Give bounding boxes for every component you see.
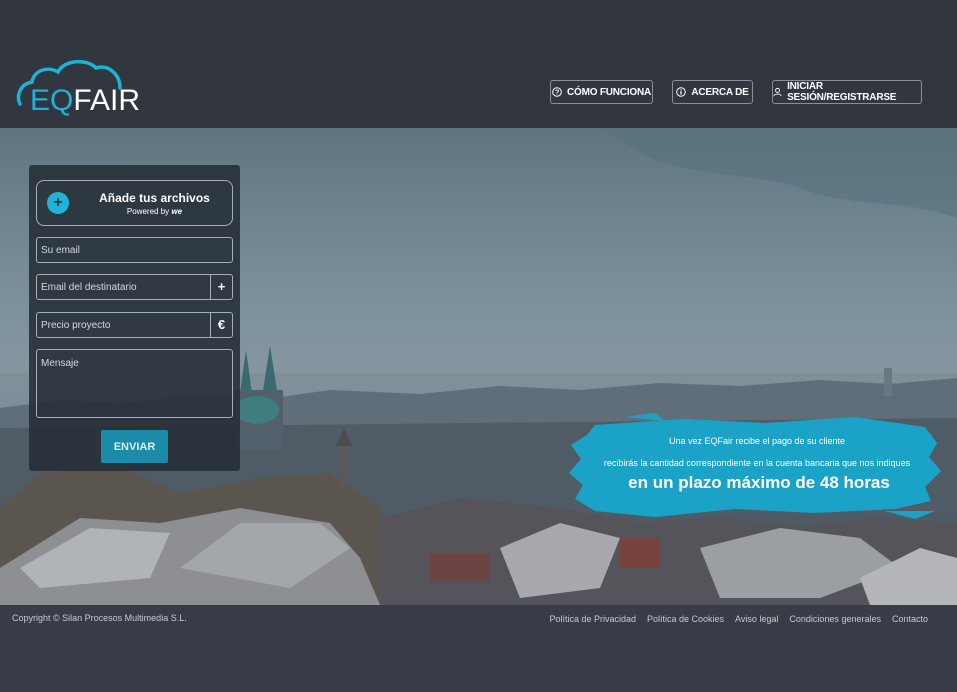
recipient-email-input[interactable]: Email del destinatario + <box>36 274 233 300</box>
powered-by-text: Powered by we <box>126 207 183 216</box>
send-button[interactable]: ENVIAR <box>101 430 168 463</box>
legal-notice-link[interactable]: Aviso legal <box>735 614 778 624</box>
message-placeholder: Mensaje <box>41 358 79 369</box>
how-it-works-button[interactable]: ? CÓMO FUNCIONA <box>550 80 653 104</box>
eqfair-logo[interactable]: EQFAIR <box>16 56 140 126</box>
privacy-policy-link[interactable]: Política de Privacidad <box>549 614 636 624</box>
about-label: ACERCA DE <box>691 86 749 98</box>
footer: Copyright © Silan Procesos Multimedia S.… <box>0 605 957 692</box>
terms-link[interactable]: Condiciones generales <box>789 614 881 624</box>
question-circle-icon: ? <box>552 87 562 97</box>
copyright-text: Copyright © Silan Procesos Multimedia S.… <box>12 613 187 623</box>
sender-email-placeholder: Su email <box>41 245 80 256</box>
contact-link[interactable]: Contacto <box>892 614 928 624</box>
svg-text:?: ? <box>555 90 559 97</box>
banner-line-2: recibirás la cantidad correspondiente en… <box>603 458 911 468</box>
upload-form-panel: + Añade tus archivos Powered by we Su em… <box>29 165 240 471</box>
plus-icon: + <box>47 192 69 214</box>
footer-links: Política de Privacidad Política de Cooki… <box>549 614 928 624</box>
logo-text: EQFAIR <box>30 84 141 117</box>
banner-line-1: Una vez EQFair recibe el pago de su clie… <box>668 436 846 446</box>
info-circle-icon <box>676 87 687 97</box>
login-register-button[interactable]: INICIAR SESIÓN/REGISTRARSE <box>772 80 922 104</box>
user-icon <box>773 87 782 97</box>
how-it-works-label: CÓMO FUNCIONA <box>566 86 652 98</box>
euro-currency-addon: € <box>210 313 232 337</box>
sender-email-input[interactable]: Su email <box>36 237 233 263</box>
header: EQFAIR ? CÓMO FUNCIONA ACERCA DE INICIAR… <box>0 0 957 128</box>
project-price-placeholder: Precio proyecto <box>41 320 111 331</box>
about-button[interactable]: ACERCA DE <box>672 80 753 104</box>
login-register-label: INICIAR SESIÓN/REGISTRARSE <box>787 81 897 103</box>
add-recipient-button[interactable]: + <box>210 275 232 299</box>
project-price-input[interactable]: Precio proyecto € <box>36 312 233 338</box>
banner-headline: en un plazo máximo de 48 horas <box>628 473 890 492</box>
recipient-email-placeholder: Email del destinatario <box>41 282 137 293</box>
promo-banner: Una vez EQFair recibe el pago de su clie… <box>565 413 945 521</box>
add-files-label: Añade tus archivos <box>99 191 210 205</box>
add-files-button[interactable]: + Añade tus archivos Powered by we <box>36 180 233 226</box>
cookies-policy-link[interactable]: Política de Cookies <box>647 614 724 624</box>
message-textarea[interactable]: Mensaje <box>36 349 233 418</box>
wetransfer-logo: we <box>171 207 183 216</box>
